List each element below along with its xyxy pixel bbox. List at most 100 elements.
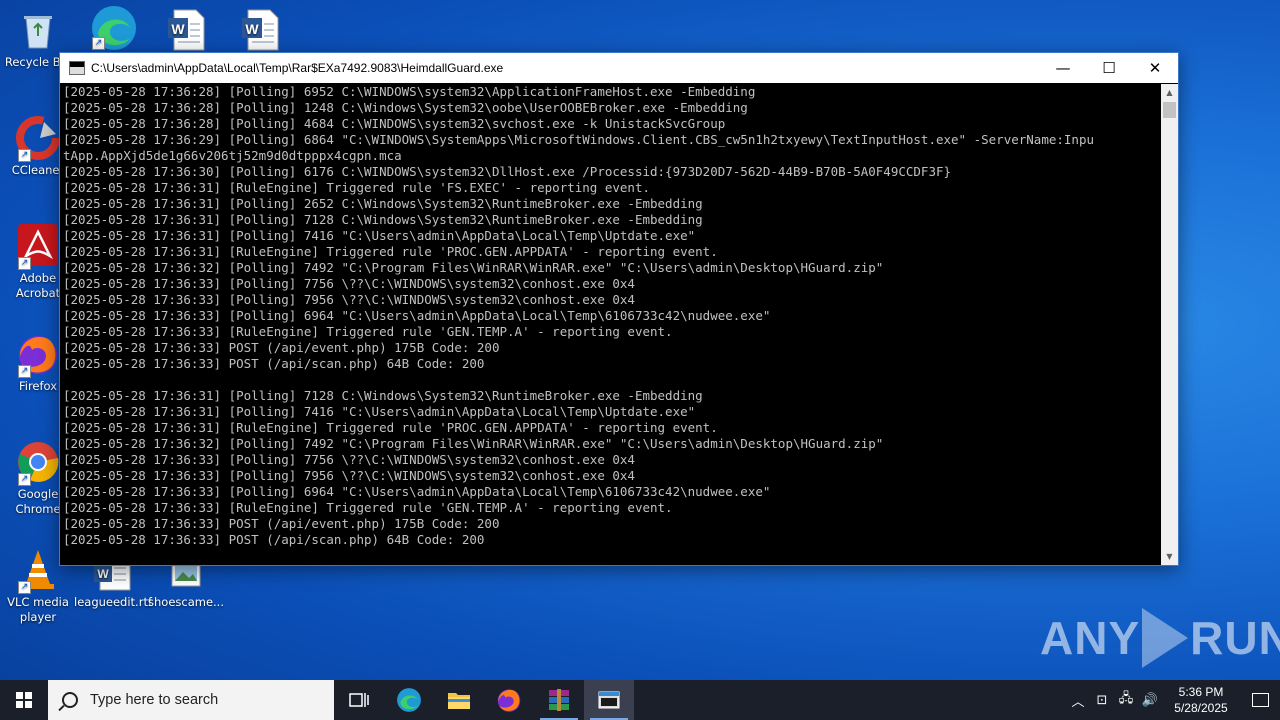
svg-text:W: W bbox=[171, 21, 185, 37]
console-line: [2025-05-28 17:36:31] [Polling] 7416 "C:… bbox=[63, 228, 696, 243]
console-line: [2025-05-28 17:36:32] [Polling] 7492 "C:… bbox=[63, 260, 884, 275]
chrome-icon: ↗ bbox=[16, 440, 60, 486]
taskbar-clock[interactable]: 5:36 PM 5/28/2025 bbox=[1162, 684, 1240, 716]
console-output[interactable]: [2025-05-28 17:36:28] [Polling] 6952 C:\… bbox=[61, 84, 1161, 563]
scrollbar-thumb[interactable] bbox=[1163, 102, 1176, 118]
maximize-icon: ☐ bbox=[1102, 59, 1116, 77]
console-line: [2025-05-28 17:36:33] [Polling] 7956 \??… bbox=[63, 292, 635, 307]
svg-text:W: W bbox=[245, 21, 259, 37]
svg-text:W: W bbox=[97, 567, 109, 581]
taskbar-edge[interactable] bbox=[384, 680, 434, 720]
console-line: [2025-05-28 17:36:33] [Polling] 6964 "C:… bbox=[63, 484, 771, 499]
taskbar-search-box[interactable]: Type here to search bbox=[48, 680, 334, 720]
close-icon: ✕ bbox=[1148, 59, 1162, 77]
desktop-icon-label: shoescame... bbox=[148, 595, 224, 609]
console-line: [2025-05-28 17:36:31] [RuleEngine] Trigg… bbox=[63, 420, 718, 435]
taskbar-file-explorer[interactable] bbox=[434, 680, 484, 720]
console-line: [2025-05-28 17:36:33] POST (/api/scan.ph… bbox=[63, 532, 485, 547]
taskbar: Type here to search ︿ ⊡ 🖧 🔊 5:36 PM 5/28… bbox=[0, 680, 1280, 720]
recycle-bin-icon bbox=[16, 8, 60, 52]
task-view-button[interactable] bbox=[334, 680, 384, 720]
console-line: [2025-05-28 17:36:28] [Polling] 1248 C:\… bbox=[63, 100, 748, 115]
clock-time: 5:36 PM bbox=[1178, 685, 1224, 699]
shortcut-arrow-icon: ↗ bbox=[18, 257, 31, 270]
word-document-icon: W bbox=[164, 8, 208, 52]
console-line: tApp.AppXjd5de1g66v206tj52m9d0dtpppx4cgp… bbox=[63, 148, 402, 163]
console-line: [2025-05-28 17:36:32] [Polling] 7492 "C:… bbox=[63, 436, 884, 451]
vlc-cone-icon: ↗ bbox=[16, 548, 60, 594]
clock-date: 5/28/2025 bbox=[1174, 701, 1228, 715]
minimize-button[interactable]: — bbox=[1040, 53, 1086, 83]
task-view-icon bbox=[349, 693, 369, 707]
shortcut-arrow-icon: ↗ bbox=[18, 473, 31, 486]
edge-icon: ↗ bbox=[90, 4, 136, 50]
desktop-icon-edge[interactable]: ↗ bbox=[74, 4, 150, 51]
ccleaner-icon: ↗ bbox=[16, 116, 60, 162]
firefox-icon bbox=[497, 689, 521, 712]
console-line: [2025-05-28 17:36:33] POST (/api/event.p… bbox=[63, 516, 500, 531]
console-line: [2025-05-28 17:36:33] [Polling] 7956 \??… bbox=[63, 468, 635, 483]
console-line: [2025-05-28 17:36:33] POST (/api/scan.ph… bbox=[63, 356, 485, 371]
volume-icon[interactable]: 🔊 bbox=[1138, 693, 1162, 708]
edge-icon bbox=[397, 688, 421, 712]
search-icon bbox=[62, 692, 78, 708]
word-document-icon: W bbox=[238, 8, 282, 52]
desktop-icon-label: VLC media player bbox=[7, 595, 69, 624]
console-line: [2025-05-28 17:36:31] [RuleEngine] Trigg… bbox=[63, 180, 650, 195]
meet-now-icon[interactable]: ⊡ bbox=[1090, 693, 1114, 708]
console-line: [2025-05-28 17:36:33] [RuleEngine] Trigg… bbox=[63, 324, 673, 339]
scroll-down-arrow-icon[interactable]: ▼ bbox=[1161, 548, 1178, 565]
maximize-button[interactable]: ☐ bbox=[1086, 53, 1132, 83]
console-line: [2025-05-28 17:36:33] [RuleEngine] Trigg… bbox=[63, 500, 673, 515]
start-button[interactable] bbox=[0, 680, 48, 720]
console-app-icon bbox=[69, 61, 85, 75]
acrobat-icon: ↗ bbox=[16, 224, 60, 270]
console-line: [2025-05-28 17:36:31] [RuleEngine] Trigg… bbox=[63, 244, 718, 259]
desktop-icon-word-doc-1[interactable]: W bbox=[148, 8, 224, 55]
console-line: [2025-05-28 17:36:33] POST (/api/event.p… bbox=[63, 340, 500, 355]
console-line: [2025-05-28 17:36:28] [Polling] 4684 C:\… bbox=[63, 116, 726, 131]
watermark-right: RUN bbox=[1190, 612, 1280, 664]
desktop-icon-word-doc-2[interactable]: W bbox=[222, 8, 298, 55]
vertical-scrollbar[interactable]: ▲ ▼ bbox=[1161, 84, 1178, 565]
network-icon[interactable]: 🖧 bbox=[1114, 689, 1138, 711]
windows-logo-icon bbox=[16, 692, 32, 708]
taskbar-console[interactable] bbox=[584, 680, 634, 720]
console-line: [2025-05-28 17:36:31] [Polling] 2652 C:\… bbox=[63, 196, 703, 211]
winrar-icon bbox=[549, 689, 569, 711]
search-placeholder: Type here to search bbox=[90, 692, 219, 708]
console-line: [2025-05-28 17:36:28] [Polling] 6952 C:\… bbox=[63, 84, 756, 99]
chevron-up-icon[interactable]: ︿ bbox=[1066, 691, 1090, 710]
play-icon bbox=[1142, 608, 1189, 668]
taskbar-firefox[interactable] bbox=[484, 680, 534, 720]
shortcut-arrow-icon: ↗ bbox=[18, 365, 31, 378]
system-tray: ︿ ⊡ 🖧 🔊 5:36 PM 5/28/2025 bbox=[1066, 680, 1280, 720]
anyrun-watermark: ANY RUN bbox=[1040, 608, 1280, 668]
console-line: [2025-05-28 17:36:29] [Polling] 6864 "C:… bbox=[63, 132, 1095, 147]
firefox-icon: ↗ bbox=[16, 332, 60, 378]
console-line: [2025-05-28 17:36:30] [Polling] 6176 C:\… bbox=[63, 164, 952, 179]
console-line: [2025-05-28 17:36:33] [Polling] 7756 \??… bbox=[63, 276, 635, 291]
shortcut-arrow-icon: ↗ bbox=[92, 37, 105, 50]
window-titlebar[interactable]: C:\Users\admin\AppData\Local\Temp\Rar$EX… bbox=[60, 53, 1178, 83]
console-line: [2025-05-28 17:36:33] [Polling] 7756 \??… bbox=[63, 452, 635, 467]
folder-icon bbox=[448, 693, 470, 709]
window-title: C:\Users\admin\AppData\Local\Temp\Rar$EX… bbox=[91, 61, 504, 75]
notification-center-button[interactable] bbox=[1240, 680, 1280, 720]
console-line: [2025-05-28 17:36:31] [Polling] 7128 C:\… bbox=[63, 388, 703, 403]
console-line: [2025-05-28 17:36:31] [Polling] 7128 C:\… bbox=[63, 212, 703, 227]
console-window-icon bbox=[598, 691, 620, 709]
console-window[interactable]: C:\Users\admin\AppData\Local\Temp\Rar$EX… bbox=[59, 52, 1179, 566]
minimize-icon: — bbox=[1055, 59, 1071, 77]
taskbar-winrar[interactable] bbox=[534, 680, 584, 720]
notification-icon bbox=[1251, 693, 1269, 707]
close-button[interactable]: ✕ bbox=[1132, 53, 1178, 83]
watermark-left: ANY bbox=[1040, 612, 1141, 664]
shortcut-arrow-icon: ↗ bbox=[18, 149, 31, 162]
console-line: [2025-05-28 17:36:33] [Polling] 6964 "C:… bbox=[63, 308, 771, 323]
shortcut-arrow-icon: ↗ bbox=[18, 581, 31, 594]
desktop-icon-label: leagueedit.rtf bbox=[74, 595, 153, 609]
scroll-up-arrow-icon[interactable]: ▲ bbox=[1161, 84, 1178, 101]
console-line: [2025-05-28 17:36:31] [Polling] 7416 "C:… bbox=[63, 404, 696, 419]
